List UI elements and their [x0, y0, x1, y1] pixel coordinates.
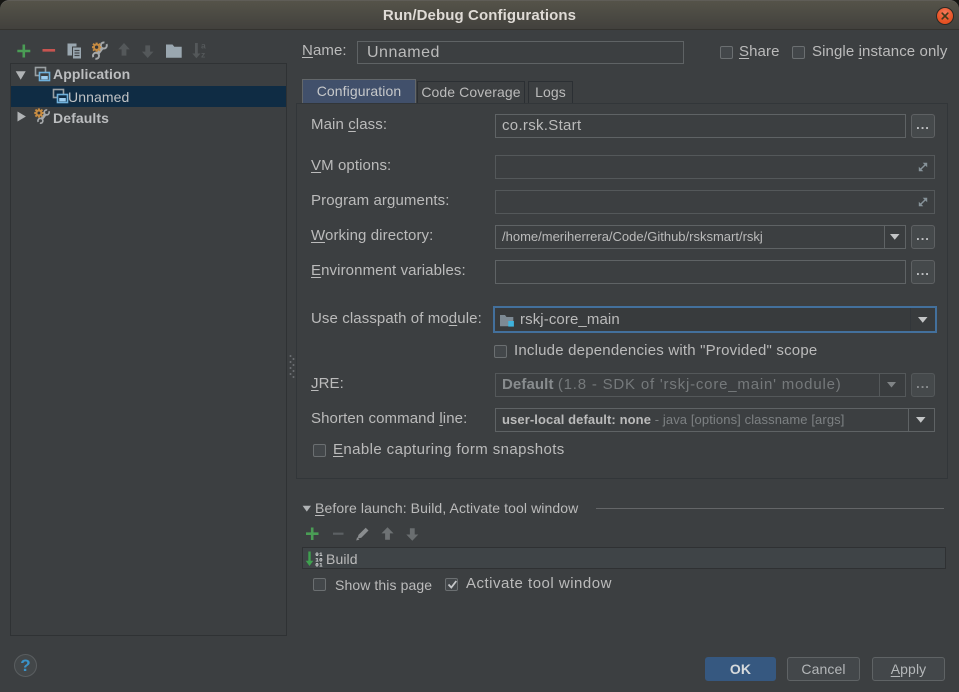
svg-text:01: 01 [315, 562, 323, 568]
svg-text:z: z [201, 50, 205, 60]
